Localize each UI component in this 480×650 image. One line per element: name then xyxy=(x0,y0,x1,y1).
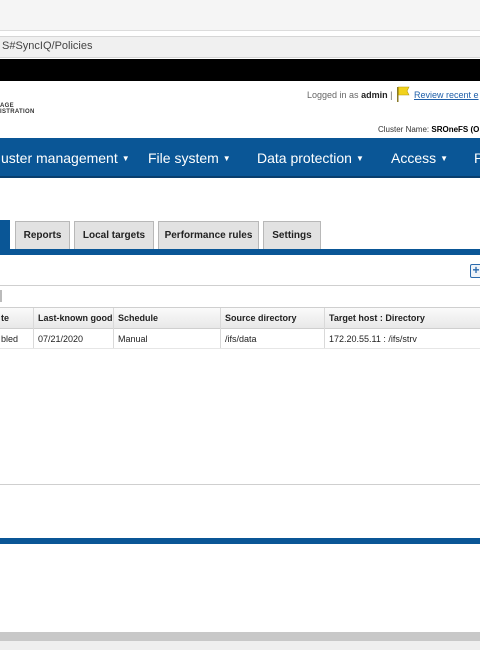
chevron-down-icon: ▼ xyxy=(440,154,449,163)
cell-source-directory: /ifs/data xyxy=(225,334,257,344)
tab-reports[interactable]: Reports xyxy=(15,221,70,249)
logged-in-label: Logged in as admin | xyxy=(307,90,393,100)
logo-text-line2: ISTRATION xyxy=(0,109,35,115)
flag-icon[interactable] xyxy=(396,86,410,102)
nav-label: uster management xyxy=(1,150,118,166)
nav-data-protection[interactable]: Data protection ▼ xyxy=(257,150,364,166)
nav-label: Access xyxy=(391,150,437,166)
table-toolbar-handle xyxy=(0,290,2,302)
cell-state: bled xyxy=(1,334,19,344)
chevron-down-icon: ▼ xyxy=(355,154,364,163)
tab-underline xyxy=(0,249,480,255)
cell-last-known-good: 07/21/2020 xyxy=(38,334,84,344)
cluster-name: SROneFS (O xyxy=(431,125,480,134)
nav-file-system[interactable]: File system ▼ xyxy=(148,150,231,166)
table-toolbar xyxy=(0,285,480,308)
logged-in-prefix: Logged in as xyxy=(307,90,359,100)
address-url[interactable]: S#SyncIQ/Policies xyxy=(2,40,92,52)
review-events-link[interactable]: Review recent e xyxy=(414,90,479,100)
nav-label: Data protection xyxy=(257,150,352,166)
column-header-schedule[interactable]: Schedule xyxy=(118,313,158,323)
nav-protocols[interactable]: P xyxy=(474,150,480,166)
nav-access[interactable]: Access ▼ xyxy=(391,150,448,166)
cell-schedule: Manual xyxy=(118,334,148,344)
horizontal-scrollbar[interactable] xyxy=(0,632,480,641)
table-bottom-border xyxy=(0,484,480,485)
top-banner xyxy=(0,59,480,81)
horizontal-scroll-track[interactable] xyxy=(0,641,480,650)
column-header-target-host[interactable]: Target host : Directory xyxy=(329,313,425,323)
nav-label: P xyxy=(474,150,480,166)
tab-performance-rules[interactable]: Performance rules xyxy=(158,221,259,249)
column-header-state[interactable]: te xyxy=(1,313,9,323)
nav-cluster-management[interactable]: uster management ▼ xyxy=(1,150,130,166)
chevron-down-icon: ▼ xyxy=(121,154,130,163)
cluster-label: Cluster Name: xyxy=(378,125,430,134)
column-header-source-directory[interactable]: Source directory xyxy=(225,313,297,323)
column-header-last-known-good[interactable]: Last-known good xyxy=(38,313,113,323)
browser-toolbar xyxy=(0,0,480,31)
user-name: admin xyxy=(361,90,388,100)
tab-policies[interactable] xyxy=(0,220,10,250)
footer-bar xyxy=(0,538,480,544)
tab-local-targets[interactable]: Local targets xyxy=(74,221,154,249)
tab-settings[interactable]: Settings xyxy=(263,221,321,249)
create-policy-button[interactable]: + xyxy=(470,264,480,278)
nav-label: File system xyxy=(148,150,219,166)
chevron-down-icon: ▼ xyxy=(222,154,231,163)
cluster-name-label: Cluster Name: SROneFS (O xyxy=(378,125,479,134)
cell-target-host: 172.20.55.11 : /ifs/strv xyxy=(329,334,417,344)
